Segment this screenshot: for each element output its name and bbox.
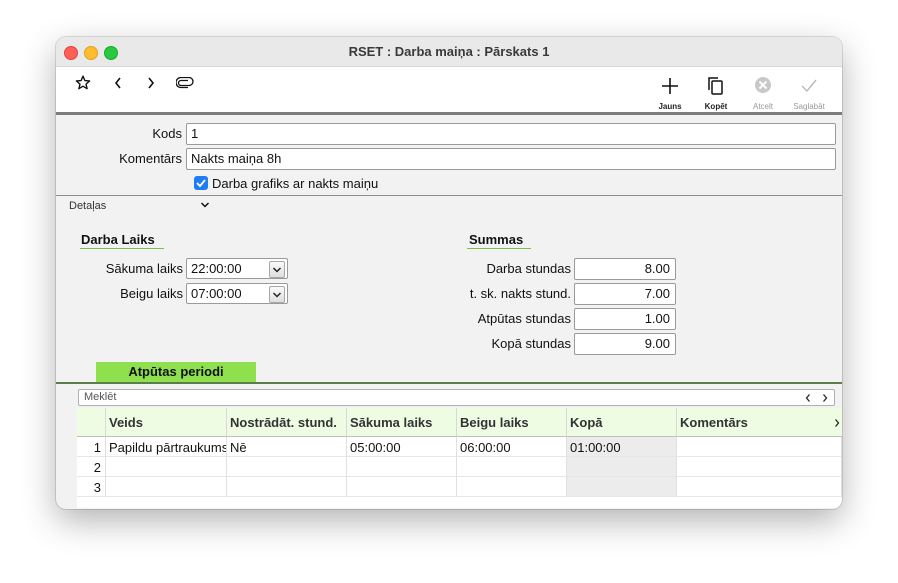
window-title: RSET : Darba maiņa : Pārskats 1 — [348, 44, 550, 59]
end-time-dropdown[interactable] — [269, 286, 285, 303]
start-time-value: 22:00:00 — [191, 261, 242, 276]
row-number: 1 — [77, 437, 106, 457]
summas-heading: Summas — [469, 232, 524, 247]
paperclip-icon[interactable] — [176, 77, 194, 89]
column-header-beigu[interactable]: Beigu laiks — [457, 408, 567, 437]
table-cell — [567, 477, 677, 497]
kods-field[interactable]: 1 — [186, 123, 836, 145]
column-header-veids[interactable]: Veids — [106, 408, 227, 437]
table-cell[interactable] — [227, 457, 347, 477]
nakts-stundas-field: 7.00 — [574, 283, 676, 305]
tab-atputas-periodi[interactable]: Atpūtas periodi — [96, 362, 256, 382]
plus-icon — [662, 78, 678, 94]
checkbox-check-icon — [196, 179, 206, 188]
table-cell[interactable] — [347, 457, 457, 477]
details-chevron-down-icon[interactable] — [200, 201, 210, 209]
end-time-value: 07:00:00 — [191, 286, 242, 301]
darba-stundas-field: 8.00 — [574, 258, 676, 280]
darba-laiks-heading: Darba Laiks — [81, 232, 155, 247]
table-cell: 01:00:00 — [567, 437, 677, 457]
star-icon[interactable] — [75, 75, 91, 91]
next-chevron-icon[interactable] — [821, 393, 829, 403]
chevron-down-icon — [272, 267, 282, 273]
kopa-stundas-field: 9.00 — [574, 333, 676, 355]
table-cell — [567, 457, 677, 477]
toolbar: Jauns Kopēt Atcelt Saglabāt — [56, 67, 842, 115]
table-cell[interactable]: Nē — [227, 437, 347, 457]
darba-stundas-label: Darba stundas — [486, 261, 571, 276]
atputas-stundas-label: Atpūtas stundas — [477, 311, 571, 326]
save-button[interactable]: Saglabāt — [787, 75, 831, 111]
forward-chevron-icon[interactable] — [146, 76, 156, 90]
table-cell[interactable] — [106, 457, 227, 477]
cancel-button[interactable]: Atcelt — [741, 75, 785, 111]
cancel-x-circle-icon — [755, 77, 771, 93]
column-header-sakuma[interactable]: Sākuma laiks — [347, 408, 457, 437]
scroll-right-chevron-icon[interactable] — [833, 418, 841, 428]
save-button-label: Saglabāt — [793, 102, 825, 111]
table-cell[interactable] — [677, 477, 842, 497]
start-time-dropdown[interactable] — [269, 261, 285, 278]
chevron-down-icon — [272, 292, 282, 298]
column-header-komentars[interactable]: Komentārs — [677, 408, 842, 437]
end-time-label: Beigu laiks — [120, 286, 183, 301]
back-chevron-icon[interactable] — [113, 76, 123, 90]
divider — [56, 195, 842, 196]
summas-underline — [467, 248, 531, 249]
komentars-label: Komentārs — [119, 151, 182, 166]
copy-icon — [708, 77, 723, 95]
nakts-stundas-label: t. sk. nakts stund. — [469, 286, 571, 301]
search-bar[interactable]: Meklēt — [78, 389, 835, 406]
table-cell[interactable] — [227, 477, 347, 497]
row-number-header — [77, 408, 106, 437]
kopa-stundas-label: Kopā stundas — [491, 336, 571, 351]
kods-label: Kods — [152, 126, 182, 141]
komentars-field[interactable]: Nakts maiņa 8h — [186, 148, 836, 170]
table-cell[interactable]: 06:00:00 — [457, 437, 567, 457]
search-input[interactable]: Meklēt — [84, 391, 116, 403]
details-label: Detaļas — [69, 200, 107, 212]
app-window: RSET : Darba maiņa : Pārskats 1 Jauns Ko… — [56, 37, 842, 509]
atputas-stundas-field: 1.00 — [574, 308, 676, 330]
table-cell[interactable] — [347, 477, 457, 497]
copy-button[interactable]: Kopēt — [694, 75, 738, 111]
night-shift-checkbox-label: Darba grafiks ar nakts maiņu — [212, 176, 379, 191]
checkmark-icon — [801, 79, 817, 93]
new-button-label: Jauns — [658, 102, 682, 111]
start-time-label: Sākuma laiks — [105, 261, 183, 276]
night-shift-checkbox[interactable] — [194, 176, 208, 190]
title-bar: RSET : Darba maiņa : Pārskats 1 — [56, 37, 842, 67]
prev-chevron-icon[interactable] — [804, 393, 812, 403]
new-button[interactable]: Jauns — [648, 75, 692, 111]
end-time-select[interactable]: 07:00:00 — [186, 283, 288, 304]
tab-underline — [56, 382, 842, 384]
column-header-kopa[interactable]: Kopā — [567, 408, 677, 437]
table-cell[interactable] — [457, 477, 567, 497]
row-number: 2 — [77, 457, 106, 477]
table-cell[interactable] — [677, 437, 842, 457]
copy-button-label: Kopēt — [704, 102, 728, 111]
cancel-button-label: Atcelt — [752, 102, 773, 111]
darba-laiks-underline — [80, 248, 164, 249]
table-cell[interactable] — [457, 457, 567, 477]
atputas-periodi-table: Veids Nostrādāt. stund. Sākuma laiks Bei… — [77, 408, 842, 508]
row-number: 3 — [77, 477, 106, 497]
table-cell[interactable]: 05:00:00 — [347, 437, 457, 457]
table-cell[interactable] — [677, 457, 842, 477]
table-cell[interactable]: Papildu pārtraukums — [106, 437, 227, 457]
table-cell[interactable] — [106, 477, 227, 497]
start-time-select[interactable]: 22:00:00 — [186, 258, 288, 279]
column-header-nostradat[interactable]: Nostrādāt. stund. — [227, 408, 347, 437]
